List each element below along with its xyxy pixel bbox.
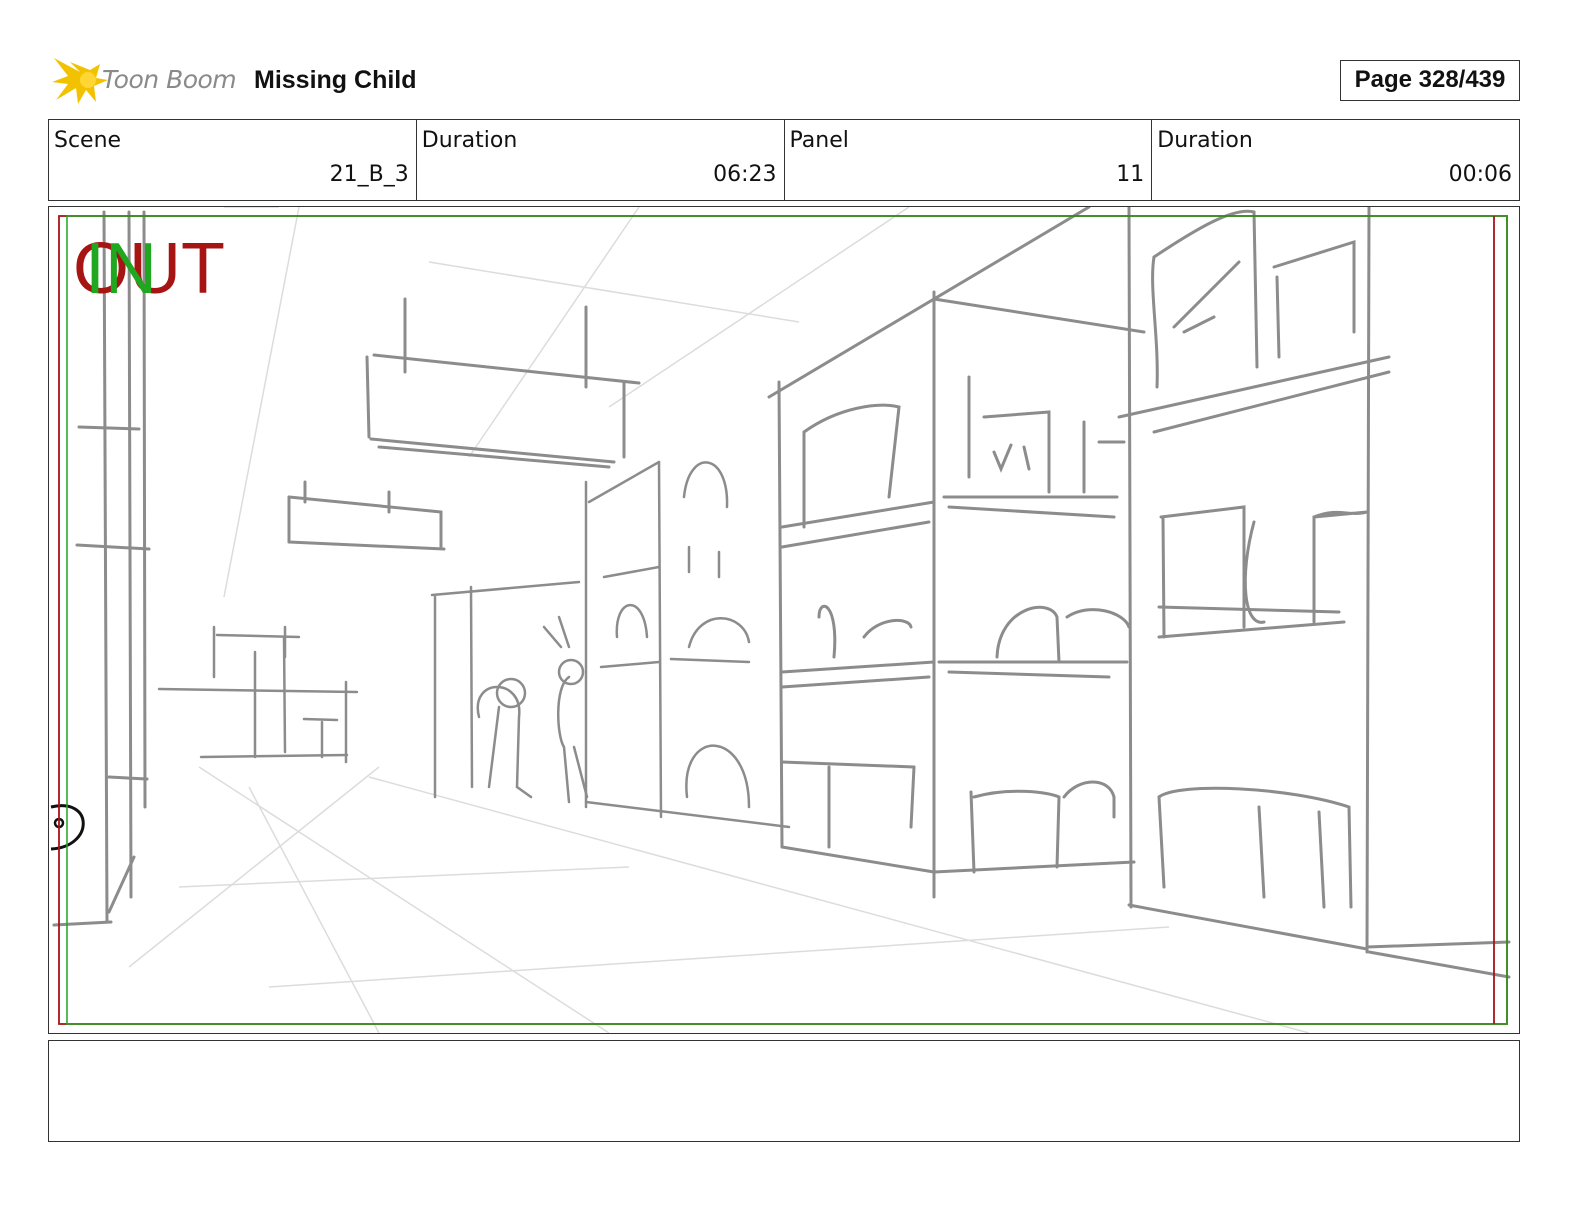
- scene-info-table: Scene 21_B_3 Duration 06:23 Panel 11 Dur…: [48, 119, 1520, 201]
- scene-duration-cell: Duration 06:23: [417, 120, 785, 200]
- scene-value: 21_B_3: [329, 162, 409, 187]
- toon-boom-logo: Toon Boom: [50, 52, 240, 108]
- project-title: Missing Child: [254, 66, 417, 94]
- panel-label: Panel: [789, 128, 849, 153]
- starburst-icon: [52, 58, 108, 104]
- page-number: Page 328/439: [1340, 60, 1520, 101]
- panel-duration-label: Duration: [1157, 128, 1253, 153]
- scene-duration-label: Duration: [421, 128, 518, 153]
- in-marker: IN: [85, 229, 157, 309]
- panel-duration-cell: Duration 00:06: [1152, 120, 1519, 200]
- scene-label: Scene: [54, 128, 122, 153]
- scene-duration-value: 06:23: [713, 162, 777, 187]
- panel-cell: Panel 11: [785, 120, 1153, 200]
- scene-cell: Scene 21_B_3: [49, 120, 417, 200]
- panel-duration-value: 00:06: [1448, 162, 1512, 187]
- street-sketch: [50, 207, 1511, 1033]
- storyboard-panel: OUT IN: [48, 206, 1520, 1034]
- panel-value: 11: [1116, 162, 1145, 187]
- logo-text: Toon Boom: [102, 65, 237, 94]
- panel-notes-box: [48, 1040, 1520, 1142]
- in-out-marker: OUT IN: [73, 233, 225, 305]
